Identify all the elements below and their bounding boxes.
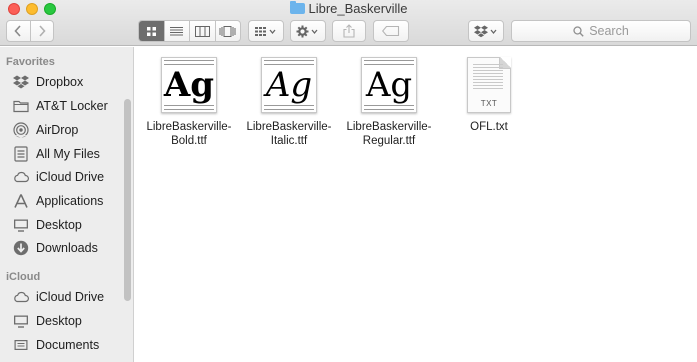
view-mode-group <box>138 20 241 42</box>
arrange-button[interactable] <box>248 20 284 42</box>
file-item-italic[interactable]: Ag LibreBaskerville- Italic.ttf <box>239 57 339 148</box>
back-forward-group <box>6 20 54 42</box>
desktop-icon <box>12 312 30 330</box>
arrange-icon <box>255 26 276 36</box>
dropbox-button[interactable] <box>468 20 504 42</box>
sidebar-item-label: Documents <box>36 338 100 352</box>
column-view-button[interactable] <box>189 21 215 41</box>
file-name-line: LibreBaskerville- <box>246 121 332 133</box>
sidebar-item-dropbox[interactable]: Dropbox <box>12 71 83 93</box>
chevron-left-icon <box>14 25 22 37</box>
cloud-icon <box>12 168 30 186</box>
sidebar-item-downloads[interactable]: Downloads <box>12 237 98 259</box>
desktop-icon <box>12 216 30 234</box>
folder-icon <box>12 97 30 115</box>
font-preview-text: Ag <box>163 65 215 105</box>
file-name-line: LibreBaskerville- <box>146 121 232 133</box>
window-title-text: Libre_Baskerville <box>308 1 408 16</box>
chevron-right-icon <box>39 25 46 37</box>
font-preview-icon: Ag <box>161 57 217 113</box>
search-placeholder: Search <box>589 24 629 38</box>
folder-icon <box>289 1 305 14</box>
downloads-icon <box>12 239 30 257</box>
back-button[interactable] <box>7 21 30 41</box>
sidebar-item-label: All My Files <box>36 147 100 161</box>
list-icon <box>170 27 184 36</box>
search-icon <box>573 25 584 37</box>
sidebar-item-label: Downloads <box>36 241 98 255</box>
sidebar-item-documents[interactable]: Documents <box>12 334 99 356</box>
file-name: LibreBaskerville- Regular.ttf <box>346 120 431 148</box>
sidebar-item-icloud-desktop[interactable]: Desktop <box>12 310 82 332</box>
action-button[interactable] <box>290 20 326 42</box>
icon-view-button[interactable] <box>139 21 164 41</box>
sidebar-item-label: iCloud Drive <box>36 290 105 304</box>
file-name-line: Italic.ttf <box>270 135 308 147</box>
file-name-line: LibreBaskerville- <box>346 121 432 133</box>
file-name: LibreBaskerville- Italic.ttf <box>246 120 331 148</box>
font-preview-text: Ag <box>265 65 313 105</box>
font-preview-text: Ag <box>365 65 413 105</box>
sidebar-item-airdrop[interactable]: AirDrop <box>12 119 78 141</box>
sidebar-item-icloud-drive[interactable]: iCloud Drive <box>12 166 104 188</box>
file-browser: Ag LibreBaskerville- Bold.ttf Ag LibreBa… <box>135 47 697 362</box>
dropbox-icon <box>474 25 497 37</box>
font-preview-icon: Ag <box>261 57 317 113</box>
sidebar-item-desktop[interactable]: Desktop <box>12 214 82 236</box>
search-field[interactable]: Search <box>511 20 691 42</box>
sidebar-item-icloud-drive[interactable]: iCloud Drive <box>12 286 104 308</box>
font-preview-icon: Ag <box>361 57 417 113</box>
coverflow-view-button[interactable] <box>214 21 241 41</box>
coverflow-icon <box>219 25 236 37</box>
sidebar-item-all-my-files[interactable]: All My Files <box>12 143 100 165</box>
file-type-label: TXT <box>480 99 498 108</box>
sidebar: Favorites Dropbox AT&T Locker AirDrop Al… <box>0 47 134 362</box>
file-name-line: Bold.ttf <box>171 135 207 147</box>
applications-icon <box>12 192 30 210</box>
share-button[interactable] <box>332 20 366 42</box>
forward-button[interactable] <box>29 21 53 41</box>
sidebar-item-label: iCloud Drive <box>36 170 105 184</box>
sidebar-item-label: Desktop <box>36 218 82 232</box>
file-item-bold[interactable]: Ag LibreBaskerville- Bold.ttf <box>139 57 239 148</box>
tag-icon <box>382 26 400 36</box>
sidebar-section-icloud: iCloud <box>6 271 41 283</box>
window-toolbar: Libre_Baskerville Search <box>0 0 697 46</box>
tag-button[interactable] <box>373 20 409 42</box>
file-name-line: Regular.ttf <box>362 135 416 147</box>
sidebar-item-label: AT&T Locker <box>36 99 108 113</box>
all-files-icon <box>12 145 30 163</box>
list-view-button[interactable] <box>163 21 190 41</box>
sidebar-item-att-locker[interactable]: AT&T Locker <box>12 95 108 117</box>
documents-icon <box>12 336 30 354</box>
text-document-icon: TXT <box>467 57 511 113</box>
file-name: OFL.txt <box>470 120 508 134</box>
sidebar-scrollbar[interactable] <box>124 99 131 301</box>
cloud-icon <box>12 288 30 306</box>
sidebar-item-label: Desktop <box>36 314 82 328</box>
text-lines <box>473 64 503 91</box>
sidebar-item-label: Applications <box>36 194 104 208</box>
file-name-line: OFL.txt <box>470 121 508 133</box>
sidebar-section-favorites: Favorites <box>6 56 55 68</box>
grid-icon <box>146 26 156 36</box>
file-name: LibreBaskerville- Bold.ttf <box>146 120 231 148</box>
file-item-ofl[interactable]: TXT OFL.txt <box>439 57 539 134</box>
file-item-regular[interactable]: Ag LibreBaskerville- Regular.ttf <box>339 57 439 148</box>
gear-icon <box>296 25 318 37</box>
columns-icon <box>194 25 210 37</box>
airdrop-icon <box>12 121 30 139</box>
share-icon <box>343 24 355 38</box>
window-title: Libre_Baskerville <box>0 1 697 17</box>
sidebar-item-applications[interactable]: Applications <box>12 190 103 212</box>
sidebar-item-label: AirDrop <box>36 123 79 137</box>
sidebar-item-label: Dropbox <box>36 75 84 89</box>
dropbox-icon <box>12 73 30 91</box>
